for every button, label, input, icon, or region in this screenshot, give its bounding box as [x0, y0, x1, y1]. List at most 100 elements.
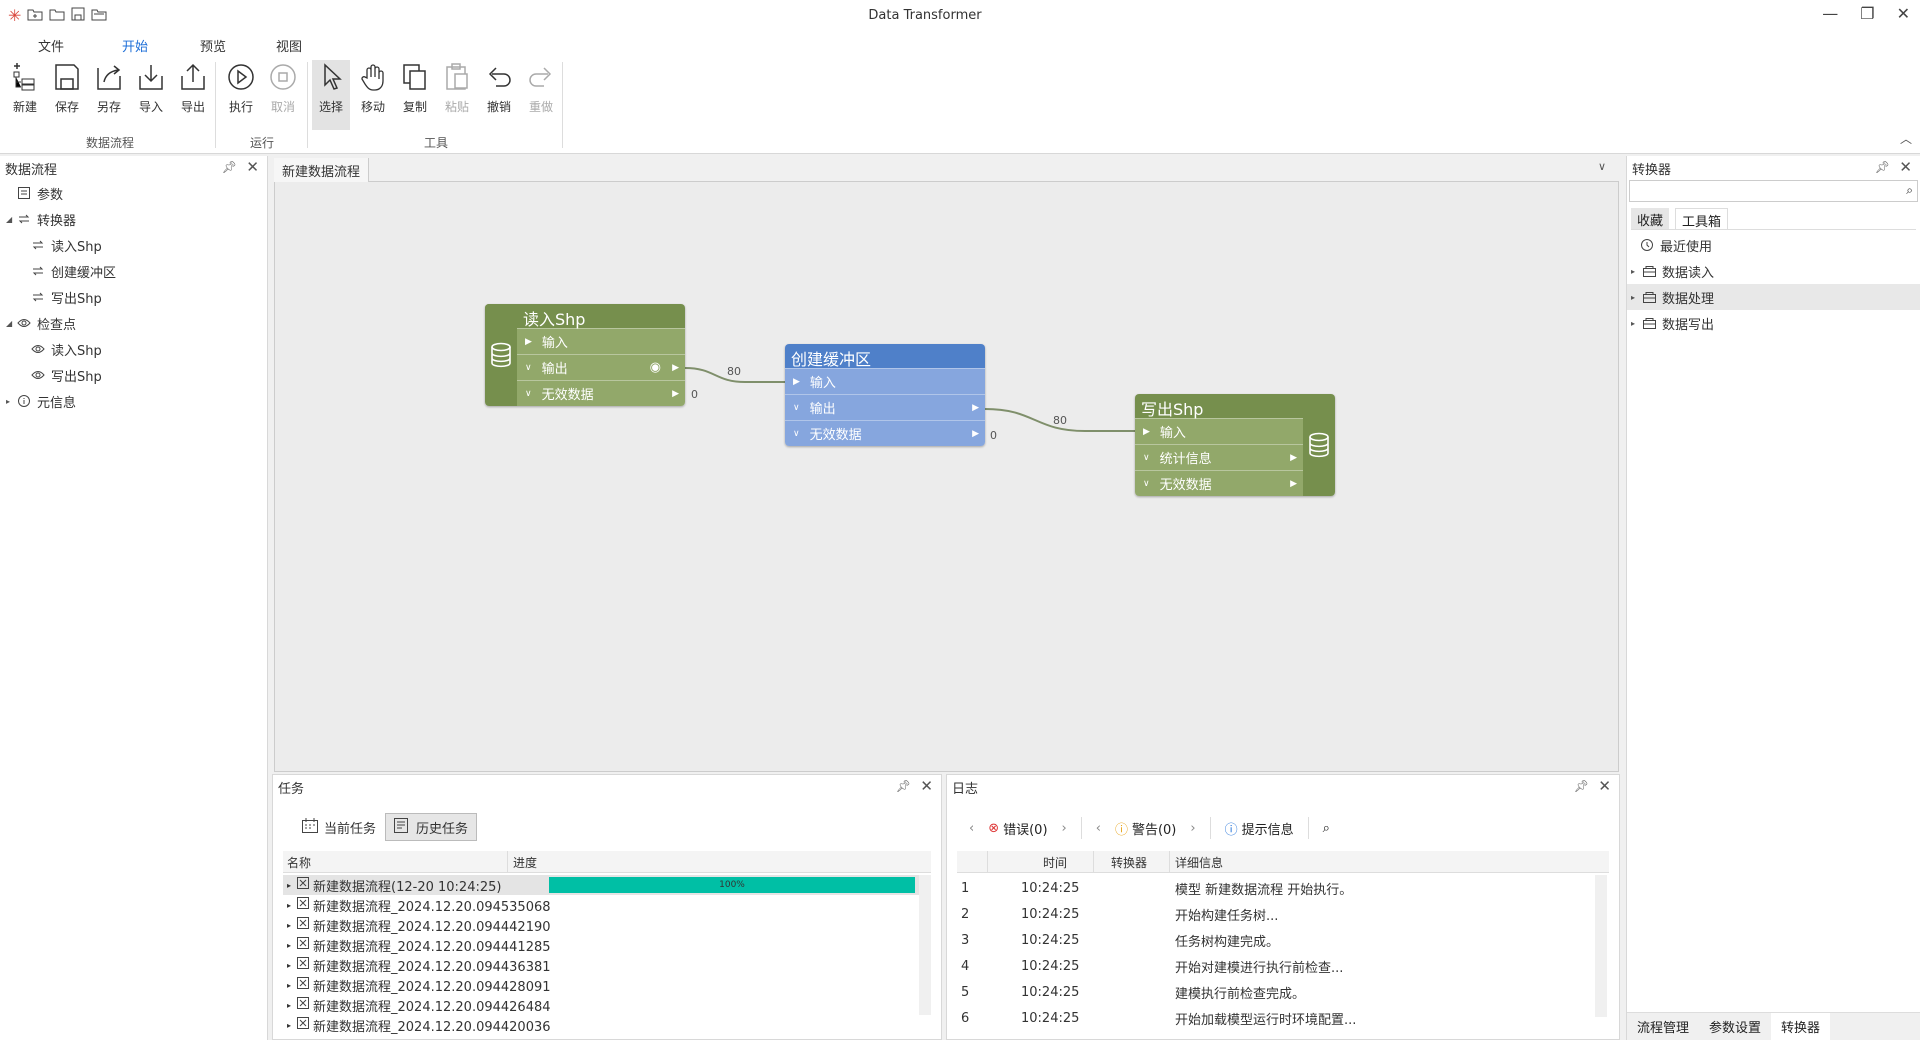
tree-item-write-shp[interactable]: 写出Shp [0, 284, 267, 310]
search-icon[interactable]: ⌕ [1323, 821, 1330, 836]
history-task-button[interactable]: 历史任务 [385, 813, 478, 841]
cancel-button[interactable]: 取消 [264, 60, 302, 130]
task-row[interactable]: ▸ 新建数据流程_2024.12.20.094441285 [283, 935, 919, 955]
row-expand-icon[interactable]: ▸ [287, 921, 291, 930]
task-row[interactable]: ▸ 新建数据流程_2024.12.20.094428091 [283, 975, 919, 995]
toolbox-item-data-process[interactable]: ▸ 数据处理 [1627, 284, 1920, 310]
log-scrollbar[interactable] [1595, 875, 1607, 1017]
close-icon[interactable]: ✕ [920, 777, 933, 795]
move-button[interactable]: 移动 [354, 60, 392, 130]
collapse-arrow-icon[interactable]: ▸ [1631, 293, 1641, 302]
close-icon[interactable]: ✕ [246, 158, 259, 176]
new-button[interactable]: 新建 [6, 60, 44, 130]
task-row[interactable]: ▸ 新建数据流程(12-20 10:24:25) 100% [283, 875, 919, 895]
toolbox-item-data-read[interactable]: ▸ 数据读入 [1627, 258, 1920, 284]
log-row[interactable]: 1 10:24:25 模型 新建数据流程 开始执行。 [957, 875, 1593, 901]
row-expand-icon[interactable]: ▸ [287, 901, 291, 910]
tab-favorites[interactable]: 收藏 [1631, 208, 1670, 229]
pin-icon[interactable]: 📌︎ [1574, 779, 1589, 793]
menu-view[interactable]: 视图 [276, 36, 302, 55]
menu-file[interactable]: 文件 [38, 36, 64, 55]
tree-item-checkpoint-read[interactable]: 读入Shp [0, 336, 267, 362]
close-icon[interactable]: ✕ [1598, 777, 1611, 795]
row-expand-icon[interactable]: ▸ [287, 981, 291, 990]
info-filter-button[interactable]: 提示信息 [1242, 819, 1294, 838]
search-icon[interactable]: ⌕ [1906, 183, 1913, 198]
pin-icon[interactable]: 📌︎ [222, 160, 237, 174]
toolbox-item-data-write[interactable]: ▸ 数据写出 [1627, 310, 1920, 336]
port-input[interactable]: ▶ 输入 [785, 368, 985, 394]
row-expand-icon[interactable]: ▸ [287, 941, 291, 950]
row-expand-icon[interactable]: ▸ [287, 881, 291, 890]
port-input[interactable]: ▶ 输入 [517, 328, 685, 354]
tree-item-create-buffer[interactable]: 创建缓冲区 [0, 258, 267, 284]
row-expand-icon[interactable]: ▸ [287, 961, 291, 970]
log-row[interactable]: 4 10:24:25 开始对建模进行执行前检查... [957, 953, 1593, 979]
tab-list-chevron-icon[interactable]: ∨ [1598, 160, 1606, 173]
import-button[interactable]: 导入 [132, 60, 170, 130]
close-icon[interactable]: ✕ [1899, 158, 1912, 176]
port-statistics[interactable]: ∨ 统计信息 ▶ [1135, 444, 1303, 470]
eye-icon[interactable]: ◉ [650, 360, 661, 375]
select-button[interactable]: 选择 [312, 60, 350, 130]
current-task-button[interactable]: 当前任务 [293, 813, 385, 841]
minimize-icon[interactable]: — [1822, 4, 1838, 23]
tab-param-settings[interactable]: 参数设置 [1699, 1013, 1771, 1040]
redo-button[interactable]: 重做 [522, 60, 560, 130]
pin-icon[interactable]: 📌︎ [896, 779, 911, 793]
row-expand-icon[interactable]: ▸ [287, 1021, 291, 1030]
menu-preview[interactable]: 预览 [200, 36, 226, 55]
error-filter-button[interactable]: 错误(0) [1003, 819, 1047, 838]
tree-item-metadata[interactable]: ▸ 元信息 [0, 388, 267, 414]
tree-item-checkpoints[interactable]: ◢ 检查点 [0, 310, 267, 336]
next-warning-icon[interactable]: › [1190, 821, 1195, 836]
paste-button[interactable]: 粘贴 [438, 60, 476, 130]
port-invalid[interactable]: ∨ 无效数据 ▶ [1135, 470, 1303, 496]
port-invalid[interactable]: ∨ 无效数据 ▶ [785, 420, 985, 446]
flow-canvas[interactable]: 80 0 80 0 读入Shp ▶ 输入 ∨ 输出 ◉ ▶ ∨ 无效数据 ▶ 创建缓冲区 ▶… [274, 158, 1619, 772]
task-row[interactable]: ▸ 新建数据流程_2024.12.20.094535068 [283, 895, 919, 915]
task-row[interactable]: ▸ 新建数据流程_2024.12.20.094426484 [283, 995, 919, 1015]
node-read-shp[interactable]: 读入Shp ▶ 输入 ∨ 输出 ◉ ▶ ∨ 无效数据 ▶ [485, 304, 685, 406]
prev-error-icon[interactable]: ‹ [969, 821, 974, 836]
tree-item-transformers[interactable]: ◢ 转换器 [0, 206, 267, 232]
menu-start[interactable]: 开始 [122, 36, 149, 58]
row-expand-icon[interactable]: ▸ [287, 1001, 291, 1010]
task-row[interactable]: ▸ 新建数据流程_2024.12.20.094442190 [283, 915, 919, 935]
collapse-arrow-icon[interactable]: ▸ [6, 397, 16, 406]
port-output[interactable]: ∨ 输出 ◉ ▶ [517, 354, 685, 380]
port-output[interactable]: ∨ 输出 ▶ [785, 394, 985, 420]
collapse-ribbon-icon[interactable]: ︿ [1900, 130, 1912, 147]
port-input[interactable]: ▶ 输入 [1135, 418, 1303, 444]
tree-item-checkpoint-write[interactable]: 写出Shp [0, 362, 267, 388]
warning-filter-button[interactable]: 警告(0) [1132, 819, 1176, 838]
save-button[interactable]: 保存 [48, 60, 86, 130]
copy-button[interactable]: 复制 [396, 60, 434, 130]
task-row[interactable]: ▸ 新建数据流程_2024.12.20.094436381 [283, 955, 919, 975]
document-tab[interactable]: 新建数据流程 [274, 158, 370, 182]
prev-warning-icon[interactable]: ‹ [1096, 821, 1101, 836]
export-button[interactable]: 导出 [174, 60, 212, 130]
task-scrollbar[interactable] [919, 875, 931, 1015]
tree-item-read-shp[interactable]: 读入Shp [0, 232, 267, 258]
task-row[interactable]: ▸ 新建数据流程_2024.12.20.094420036 [283, 1015, 919, 1035]
tab-toolbox[interactable]: 工具箱 [1675, 208, 1729, 230]
run-button[interactable]: 执行 [222, 60, 260, 130]
expand-arrow-icon[interactable]: ◢ [6, 319, 16, 328]
next-error-icon[interactable]: › [1062, 821, 1067, 836]
tab-flow-manage[interactable]: 流程管理 [1627, 1013, 1699, 1040]
log-row[interactable]: 3 10:24:25 任务树构建完成。 [957, 927, 1593, 953]
collapse-arrow-icon[interactable]: ▸ [1631, 319, 1641, 328]
node-write-shp[interactable]: 写出Shp ▶ 输入 ∨ 统计信息 ▶ ∨ 无效数据 ▶ [1135, 394, 1335, 496]
node-create-buffer[interactable]: 创建缓冲区 ▶ 输入 ∨ 输出 ▶ ∨ 无效数据 ▶ [785, 344, 985, 446]
undo-button[interactable]: 撤销 [480, 60, 518, 130]
pin-icon[interactable]: 📌︎ [1875, 160, 1890, 174]
port-invalid[interactable]: ∨ 无效数据 ▶ [517, 380, 685, 406]
close-window-icon[interactable]: ✕ [1897, 4, 1910, 23]
toolbox-item-recent[interactable]: 最近使用 [1627, 232, 1920, 258]
expand-arrow-icon[interactable]: ◢ [6, 215, 16, 224]
log-row[interactable]: 2 10:24:25 开始构建任务树... [957, 901, 1593, 927]
collapse-arrow-icon[interactable]: ▸ [1631, 267, 1641, 276]
restore-icon[interactable]: ❐ [1860, 4, 1874, 23]
log-row[interactable]: 5 10:24:25 建模执行前检查完成。 [957, 979, 1593, 1005]
